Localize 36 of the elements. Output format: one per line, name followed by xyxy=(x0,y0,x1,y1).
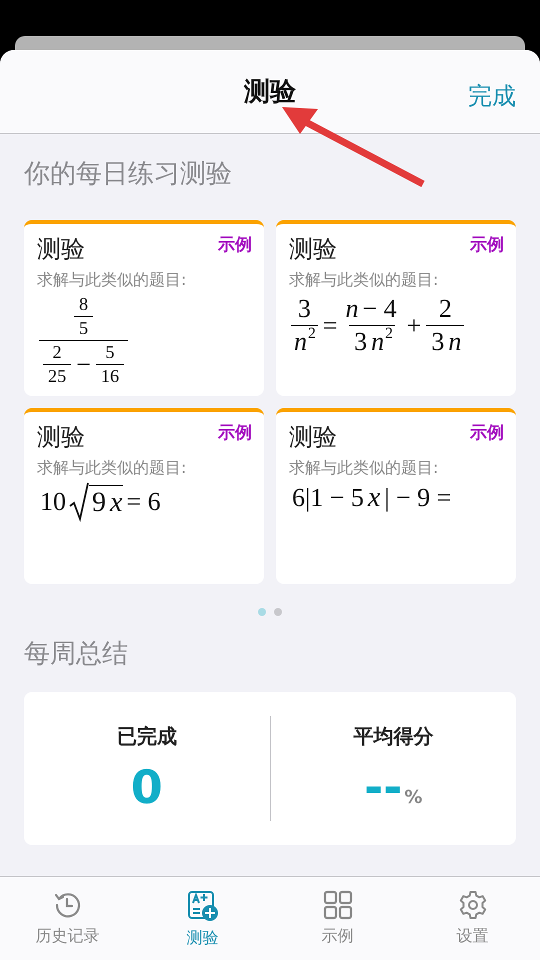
quiz-icon xyxy=(186,890,218,922)
stat-label: 已完成 xyxy=(116,723,177,750)
math-formula: 10 9x= 6 xyxy=(37,482,252,522)
stat-value: -- xyxy=(364,760,402,814)
done-button[interactable]: 完成 xyxy=(468,80,516,112)
stat-label: 平均得分 xyxy=(353,723,434,750)
radical-sign-icon xyxy=(69,482,89,522)
card-prompt: 求解与此类似的题目: xyxy=(37,458,188,478)
math-formula: 6|1 − 5x| − 9 = xyxy=(291,482,452,514)
section-heading: 你的每日练习测验 xyxy=(24,158,233,191)
history-icon xyxy=(52,890,82,920)
tab[interactable]: 示例 xyxy=(270,877,405,960)
page-dot[interactable] xyxy=(258,608,266,616)
example-tag[interactable]: 示例 xyxy=(218,422,252,444)
quiz-card[interactable]: 测验 示例 求解与此类似的题目: 10 9x= 6 xyxy=(24,408,264,584)
section-heading: 每周总结 xyxy=(24,638,129,671)
settings-icon xyxy=(458,890,488,920)
card-prompt: 求解与此类似的题目: xyxy=(289,458,440,478)
grid-icon xyxy=(322,890,352,920)
example-tag[interactable]: 示例 xyxy=(218,234,252,256)
example-tag[interactable]: 示例 xyxy=(470,422,504,444)
quiz-card[interactable]: 测验 示例 求解与此类似的题目: 6|1 − 5x| − 9 = xyxy=(276,408,516,584)
example-tag[interactable]: 示例 xyxy=(470,234,504,256)
stat-value: 0 xyxy=(130,760,163,814)
card-prompt: 求解与此类似的题目: xyxy=(37,270,188,290)
card-title: 测验 xyxy=(37,234,85,264)
tab[interactable]: 设置 xyxy=(405,877,540,960)
card-title: 测验 xyxy=(289,234,337,264)
page-dot[interactable] xyxy=(274,608,282,616)
card-title: 测验 xyxy=(37,422,85,452)
card-title: 测验 xyxy=(289,422,337,452)
card-prompt: 求解与此类似的题目: xyxy=(289,270,440,290)
tab[interactable]: 历史记录 xyxy=(0,877,135,960)
unit-label: % xyxy=(404,787,422,808)
tab[interactable]: 测验 xyxy=(135,877,270,960)
page-title: 测验 xyxy=(244,76,296,109)
